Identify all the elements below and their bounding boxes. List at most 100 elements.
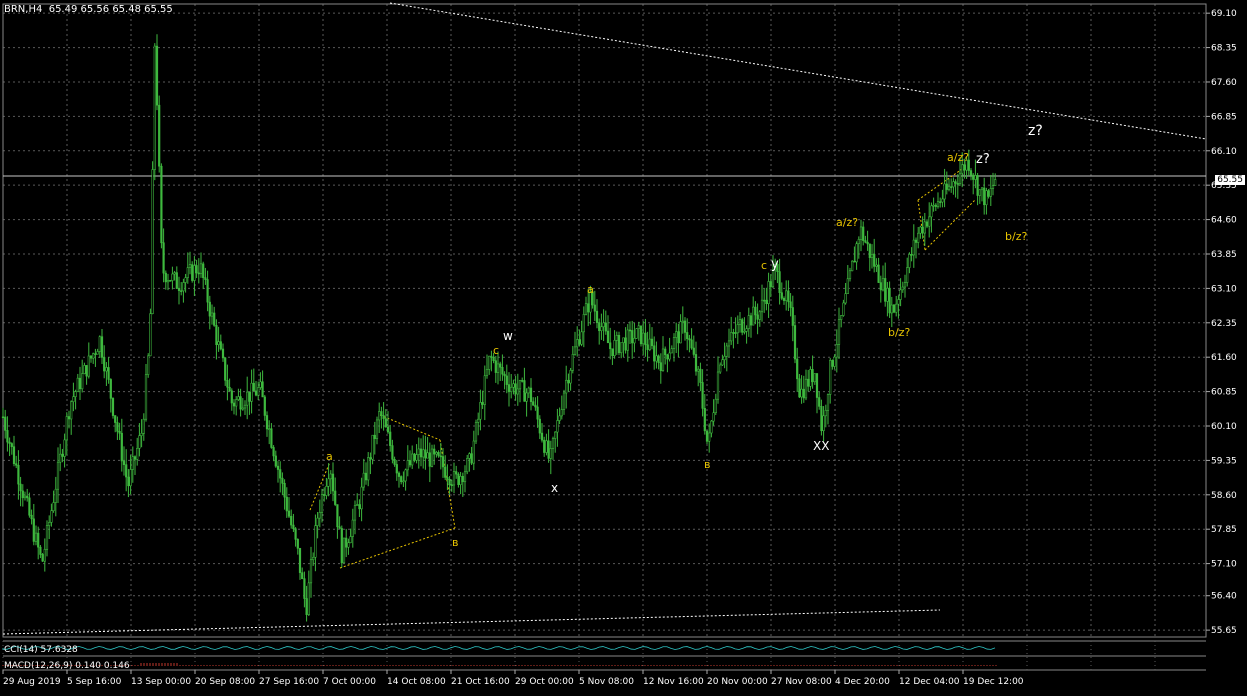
candle bbox=[637, 321, 640, 341]
candle bbox=[598, 318, 601, 345]
candle bbox=[87, 342, 90, 379]
candle bbox=[606, 315, 610, 344]
candle bbox=[422, 435, 425, 469]
candle bbox=[109, 378, 112, 413]
candle bbox=[457, 472, 460, 488]
candle bbox=[892, 303, 896, 314]
time-tick-label: 12 Dec 04:00 bbox=[899, 677, 960, 687]
candle bbox=[782, 296, 786, 305]
price-chart[interactable]: aвcwxaвc yXXa/z?b/z?a/z? z?b/z?z? 69.1068.… bbox=[0, 0, 1247, 692]
candle bbox=[809, 366, 812, 391]
candle bbox=[932, 197, 935, 212]
price-tick-label: 60.10 bbox=[1211, 422, 1237, 432]
candle bbox=[527, 386, 530, 399]
candle bbox=[164, 270, 167, 290]
candle bbox=[851, 260, 854, 272]
chart-grid bbox=[2, 3, 1207, 638]
candle bbox=[391, 439, 394, 464]
candle bbox=[6, 416, 9, 452]
candle bbox=[389, 424, 392, 452]
candle bbox=[690, 328, 693, 350]
candle bbox=[954, 179, 957, 198]
chart-window[interactable]: a в c w x a в c y XX a/z? b/z? a/z? z? b/z? z? 69.10 68.… bbox=[0, 0, 1247, 692]
candle bbox=[558, 407, 561, 425]
candle bbox=[538, 415, 541, 440]
candle bbox=[798, 374, 801, 399]
candle bbox=[380, 406, 383, 429]
candle bbox=[228, 378, 231, 392]
candle bbox=[807, 369, 810, 392]
price-tick-label: 56.40 bbox=[1211, 592, 1237, 602]
candle bbox=[490, 350, 493, 372]
candle bbox=[63, 433, 66, 468]
candle bbox=[184, 273, 187, 293]
wave-label: z? bbox=[976, 152, 990, 167]
candle bbox=[701, 369, 704, 417]
candle bbox=[818, 391, 821, 410]
candle bbox=[677, 323, 680, 358]
candle bbox=[732, 328, 735, 349]
candle bbox=[622, 337, 625, 357]
candle bbox=[195, 259, 198, 279]
cci-line bbox=[2, 646, 996, 650]
candle bbox=[466, 454, 469, 475]
time-tick-label: 20 Sep 08:00 bbox=[195, 677, 255, 687]
candle bbox=[259, 372, 262, 390]
candle bbox=[521, 377, 524, 383]
wave-annotations: aвcwxaвc yXXa/z?b/z?a/z? z?b/z?z? bbox=[326, 123, 1043, 549]
candle bbox=[956, 174, 959, 199]
candle bbox=[639, 325, 643, 347]
candle bbox=[303, 571, 306, 608]
candle bbox=[28, 492, 31, 518]
time-tick-label: 5 Nov 08:00 bbox=[579, 677, 634, 687]
candle bbox=[624, 327, 627, 354]
candle bbox=[683, 317, 687, 341]
time-axis: 29 Aug 2019 5 Sep 16:00 13 Sep 00:00 20 Sep… bbox=[2, 669, 1206, 687]
candle bbox=[822, 406, 825, 442]
candle bbox=[569, 367, 572, 391]
candle bbox=[837, 307, 841, 360]
candle bbox=[175, 266, 178, 289]
price-tick-label: 59.35 bbox=[1211, 456, 1237, 466]
wave-label: b/z? bbox=[888, 326, 910, 339]
wave-label: w bbox=[503, 329, 513, 343]
candle bbox=[890, 296, 893, 328]
candle bbox=[483, 365, 486, 421]
candle bbox=[628, 321, 632, 344]
candle bbox=[565, 365, 568, 409]
candle bbox=[59, 443, 62, 472]
candle bbox=[477, 412, 480, 436]
candle bbox=[969, 168, 973, 181]
candle bbox=[279, 461, 282, 493]
price-tick-label: 55.65 bbox=[1211, 626, 1237, 636]
candle bbox=[648, 323, 651, 352]
candle bbox=[323, 487, 326, 502]
candle bbox=[712, 399, 715, 426]
candle bbox=[760, 284, 764, 322]
candle bbox=[708, 423, 711, 453]
candle bbox=[507, 372, 511, 407]
candle bbox=[455, 465, 458, 479]
candle bbox=[679, 314, 682, 344]
candle bbox=[151, 161, 154, 315]
candle bbox=[30, 509, 33, 525]
candle bbox=[171, 266, 174, 290]
candle bbox=[906, 257, 909, 287]
candle bbox=[952, 177, 955, 195]
candle bbox=[122, 446, 126, 476]
candle bbox=[296, 538, 299, 555]
candle bbox=[582, 306, 585, 348]
candle bbox=[936, 192, 940, 209]
candle bbox=[780, 282, 783, 301]
candle bbox=[540, 423, 544, 443]
candle bbox=[950, 178, 953, 193]
candle bbox=[503, 371, 506, 390]
candle bbox=[452, 462, 456, 494]
candle bbox=[925, 219, 929, 229]
candle bbox=[532, 397, 535, 406]
wave-label: z? bbox=[1028, 123, 1043, 139]
candle bbox=[34, 525, 38, 546]
candle bbox=[710, 420, 713, 438]
candle bbox=[325, 477, 328, 500]
candle bbox=[48, 515, 51, 540]
